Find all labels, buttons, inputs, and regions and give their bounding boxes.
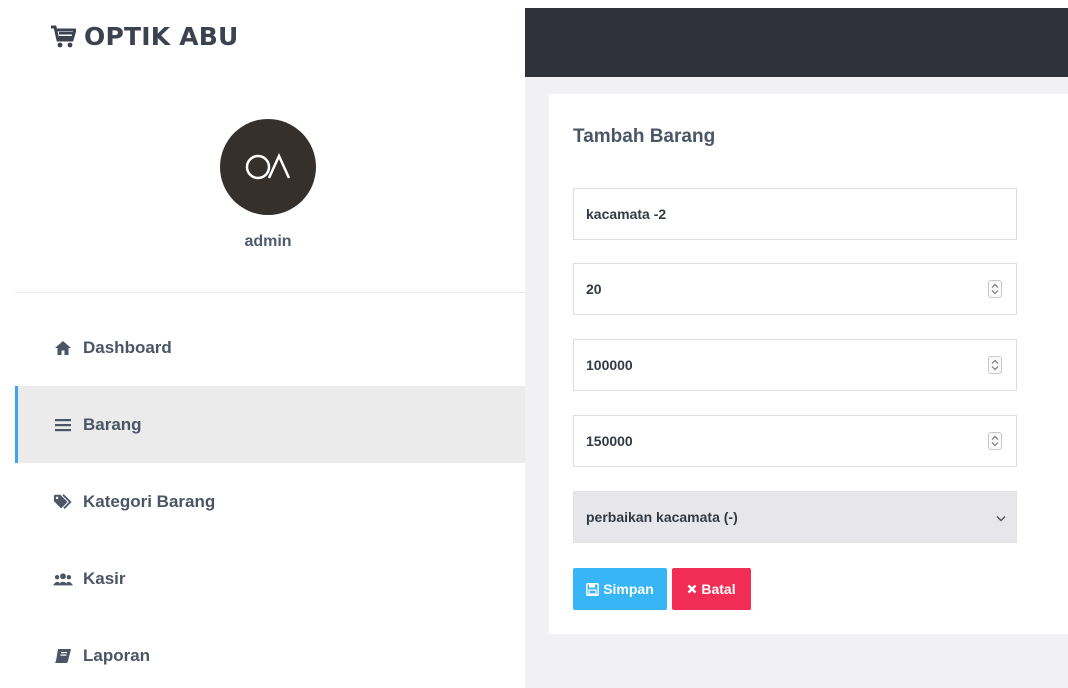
tags-icon bbox=[53, 493, 73, 511]
sidebar-item-label: Laporan bbox=[83, 645, 151, 665]
chevron-down-icon bbox=[996, 509, 1006, 525]
nama-barang-input[interactable] bbox=[586, 206, 966, 222]
stok-spinner-icon[interactable] bbox=[988, 280, 1002, 298]
stok-field[interactable] bbox=[573, 263, 1017, 315]
sidebar-item-label: Kategori Barang bbox=[83, 491, 216, 511]
logo-avatar bbox=[245, 152, 291, 180]
harga-jual-input[interactable] bbox=[586, 433, 966, 449]
floppy-icon bbox=[586, 582, 600, 596]
kategori-select[interactable]: perbaikan kacamata (-) bbox=[573, 491, 1017, 543]
harga-beli-input[interactable] bbox=[586, 357, 966, 373]
brand[interactable]: OPTIK ABU bbox=[50, 22, 239, 51]
form-title: Tambah Barang bbox=[573, 126, 716, 147]
cart-icon bbox=[51, 25, 76, 47]
brand-title: OPTIK ABU bbox=[84, 22, 239, 51]
stok-input[interactable] bbox=[586, 281, 966, 297]
sidebar-nav: Dashboard Barang Kategori Barang Kasir L… bbox=[15, 309, 525, 688]
save-button-label: Simpan bbox=[603, 581, 654, 597]
sidebar-item-barang[interactable]: Barang bbox=[15, 386, 525, 463]
bars-icon bbox=[53, 416, 73, 434]
topbar bbox=[525, 8, 1068, 77]
cancel-button-label: Batal bbox=[701, 581, 736, 597]
sidebar: OPTIK ABU admin Dashboard Barang Kategor… bbox=[0, 0, 525, 688]
kategori-selected-value: perbaikan kacamata (-) bbox=[586, 509, 738, 525]
harga-jual-field[interactable] bbox=[573, 415, 1017, 467]
home-icon bbox=[53, 339, 73, 357]
harga-beli-spinner-icon[interactable] bbox=[988, 356, 1002, 374]
close-icon bbox=[687, 584, 697, 594]
sidebar-item-kategori-barang[interactable]: Kategori Barang bbox=[15, 463, 525, 540]
harga-beli-field[interactable] bbox=[573, 339, 1017, 391]
sidebar-item-dashboard[interactable]: Dashboard bbox=[15, 309, 525, 386]
sidebar-item-label: Dashboard bbox=[83, 337, 172, 357]
harga-jual-spinner-icon[interactable] bbox=[988, 432, 1002, 450]
avatar bbox=[220, 119, 316, 215]
username: admin bbox=[244, 233, 292, 250]
sidebar-divider bbox=[15, 292, 525, 293]
book-icon bbox=[53, 647, 73, 665]
save-button[interactable]: Simpan bbox=[573, 568, 667, 610]
users-icon bbox=[53, 570, 73, 588]
sidebar-item-kasir[interactable]: Kasir bbox=[15, 540, 525, 617]
sidebar-item-label: Kasir bbox=[83, 568, 126, 588]
cancel-button[interactable]: Batal bbox=[672, 568, 751, 610]
form-card: Tambah Barang perbaikan kacamata (-) Sim… bbox=[549, 94, 1068, 634]
sidebar-item-label: Barang bbox=[83, 414, 142, 434]
sidebar-item-laporan[interactable]: Laporan bbox=[15, 617, 525, 688]
nama-barang-field[interactable] bbox=[573, 188, 1017, 240]
